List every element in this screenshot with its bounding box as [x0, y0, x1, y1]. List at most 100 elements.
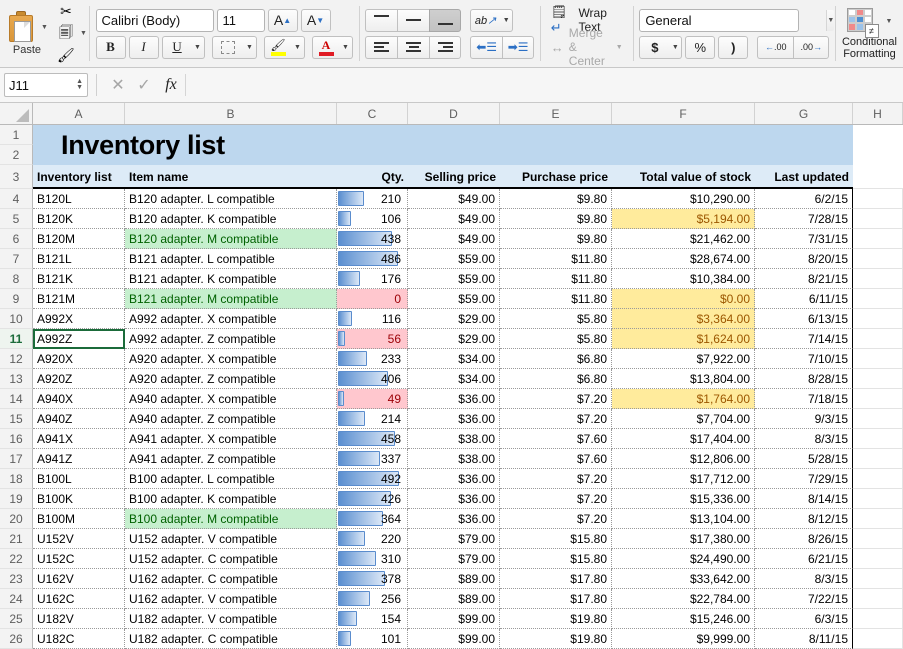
table-row[interactable]: B120MB120 adapter. M compatible438$49.00…: [33, 229, 903, 249]
table-row[interactable]: B121KB121 adapter. K compatible176$59.00…: [33, 269, 903, 289]
fill-color-caret[interactable]: ▼: [292, 36, 305, 59]
cell-selling-price[interactable]: $38.00: [408, 449, 500, 469]
cell-item-name[interactable]: B121 adapter. K compatible: [125, 269, 337, 289]
cell-purchase-price[interactable]: $7.20: [500, 389, 612, 409]
row-header-16[interactable]: 16: [0, 429, 33, 449]
cell-last-updated[interactable]: 8/12/15: [755, 509, 853, 529]
cell-last-updated[interactable]: 7/29/15: [755, 469, 853, 489]
cell-item-name[interactable]: A920 adapter. X compatible: [125, 349, 337, 369]
cell-item-name[interactable]: B121 adapter. L compatible: [125, 249, 337, 269]
row-header-22[interactable]: 22: [0, 549, 33, 569]
cell-total-value[interactable]: $5,194.00: [612, 209, 755, 229]
cell-total-value[interactable]: $10,384.00: [612, 269, 755, 289]
table-row[interactable]: B100KB100 adapter. K compatible426$36.00…: [33, 489, 903, 509]
cell-qty[interactable]: 426: [337, 489, 408, 509]
cell-selling-price[interactable]: $29.00: [408, 309, 500, 329]
cell-qty[interactable]: 116: [337, 309, 408, 329]
cell-purchase-price[interactable]: $7.20: [500, 409, 612, 429]
cell-qty[interactable]: 56: [337, 329, 408, 349]
cell-total-value[interactable]: $1,624.00: [612, 329, 755, 349]
table-row[interactable]: A941ZA941 adapter. Z compatible337$38.00…: [33, 449, 903, 469]
row-header-5[interactable]: 5: [0, 209, 33, 229]
cell-item-name[interactable]: U182 adapter. C compatible: [125, 629, 337, 649]
increase-decimal-button[interactable]: ←.00: [757, 36, 793, 59]
cell-purchase-price[interactable]: $9.80: [500, 189, 612, 209]
cell-total-value[interactable]: $15,336.00: [612, 489, 755, 509]
cell-selling-price[interactable]: $99.00: [408, 609, 500, 629]
cell-purchase-price[interactable]: $9.80: [500, 229, 612, 249]
align-left-button[interactable]: [365, 36, 397, 59]
table-row[interactable]: B100MB100 adapter. M compatible364$36.00…: [33, 509, 903, 529]
cell-inventory-list[interactable]: U162V: [33, 569, 125, 589]
cell-total-value[interactable]: $7,922.00: [612, 349, 755, 369]
cell-purchase-price[interactable]: $11.80: [500, 249, 612, 269]
name-box-spinner[interactable]: ▲▼: [76, 79, 83, 91]
cell-empty-h[interactable]: [853, 569, 903, 589]
cell-qty[interactable]: 364: [337, 509, 408, 529]
cell-total-value[interactable]: $0.00: [612, 289, 755, 309]
borders-caret[interactable]: ▼: [244, 36, 257, 59]
row-header-10[interactable]: 10: [0, 309, 33, 329]
cell-selling-price[interactable]: $36.00: [408, 509, 500, 529]
cell-purchase-price[interactable]: $9.80: [500, 209, 612, 229]
table-row[interactable]: B100LB100 adapter. L compatible492$36.00…: [33, 469, 903, 489]
cell-total-value[interactable]: $3,364.00: [612, 309, 755, 329]
cell-selling-price[interactable]: $49.00: [408, 229, 500, 249]
cell-last-updated[interactable]: 7/10/15: [755, 349, 853, 369]
cell-inventory-list[interactable]: U182V: [33, 609, 125, 629]
row-header-9[interactable]: 9: [0, 289, 33, 309]
conditional-formatting-caret[interactable]: ▼: [886, 18, 893, 25]
cell-selling-price[interactable]: $99.00: [408, 629, 500, 649]
cell-inventory-list[interactable]: U162C: [33, 589, 125, 609]
cell-empty-h[interactable]: [853, 289, 903, 309]
table-row[interactable]: A940ZA940 adapter. Z compatible214$36.00…: [33, 409, 903, 429]
font-name-combo[interactable]: ▼: [96, 9, 214, 32]
column-header-D[interactable]: D: [408, 103, 500, 124]
cell-item-name[interactable]: A940 adapter. X compatible: [125, 389, 337, 409]
column-header-A[interactable]: A: [33, 103, 125, 124]
cell-purchase-price[interactable]: $19.80: [500, 609, 612, 629]
cell-last-updated[interactable]: 7/31/15: [755, 229, 853, 249]
table-row[interactable]: B120LB120 adapter. L compatible210$49.00…: [33, 189, 903, 209]
table-row[interactable]: A920XA920 adapter. X compatible233$34.00…: [33, 349, 903, 369]
cell-inventory-list[interactable]: B121K: [33, 269, 125, 289]
cell-qty[interactable]: 101: [337, 629, 408, 649]
row-header-23[interactable]: 23: [0, 569, 33, 589]
cell-item-name[interactable]: A920 adapter. Z compatible: [125, 369, 337, 389]
cell-purchase-price[interactable]: $15.80: [500, 549, 612, 569]
cell-inventory-list[interactable]: U152V: [33, 529, 125, 549]
cell-empty-h[interactable]: [853, 429, 903, 449]
cell-purchase-price[interactable]: $5.80: [500, 309, 612, 329]
cell-empty-h[interactable]: [853, 349, 903, 369]
cell-last-updated[interactable]: 6/13/15: [755, 309, 853, 329]
cell-qty[interactable]: 0: [337, 289, 408, 309]
merge-center-button[interactable]: ↔ Merge & Center ▼: [547, 36, 627, 59]
cell-total-value[interactable]: $7,704.00: [612, 409, 755, 429]
cell-last-updated[interactable]: 7/18/15: [755, 389, 853, 409]
cell-total-value[interactable]: $17,712.00: [612, 469, 755, 489]
cell-inventory-list[interactable]: B120K: [33, 209, 125, 229]
cell-inventory-list[interactable]: A941Z: [33, 449, 125, 469]
row-header-21[interactable]: 21: [0, 529, 33, 549]
cell-last-updated[interactable]: 8/14/15: [755, 489, 853, 509]
cell-total-value[interactable]: $10,290.00: [612, 189, 755, 209]
decrease-decimal-button[interactable]: .00→: [793, 36, 829, 59]
cell-item-name[interactable]: B100 adapter. M compatible: [125, 509, 337, 529]
cell-last-updated[interactable]: 8/28/15: [755, 369, 853, 389]
cell-empty-h[interactable]: [853, 609, 903, 629]
table-row[interactable]: B120KB120 adapter. K compatible106$49.00…: [33, 209, 903, 229]
cell-empty-h[interactable]: [853, 449, 903, 469]
cell-qty[interactable]: 337: [337, 449, 408, 469]
row-header-6[interactable]: 6: [0, 229, 33, 249]
cell-qty[interactable]: 106: [337, 209, 408, 229]
align-bottom-button[interactable]: [429, 9, 461, 32]
select-all-corner[interactable]: [0, 103, 33, 124]
cell-last-updated[interactable]: 8/26/15: [755, 529, 853, 549]
cell-inventory-list[interactable]: B100K: [33, 489, 125, 509]
cell-selling-price[interactable]: $49.00: [408, 189, 500, 209]
cell-item-name[interactable]: U152 adapter. C compatible: [125, 549, 337, 569]
cell-empty-h[interactable]: [853, 269, 903, 289]
cell-qty[interactable]: 154: [337, 609, 408, 629]
table-row[interactable]: U152CU152 adapter. C compatible310$79.00…: [33, 549, 903, 569]
align-center-button[interactable]: [397, 36, 429, 59]
